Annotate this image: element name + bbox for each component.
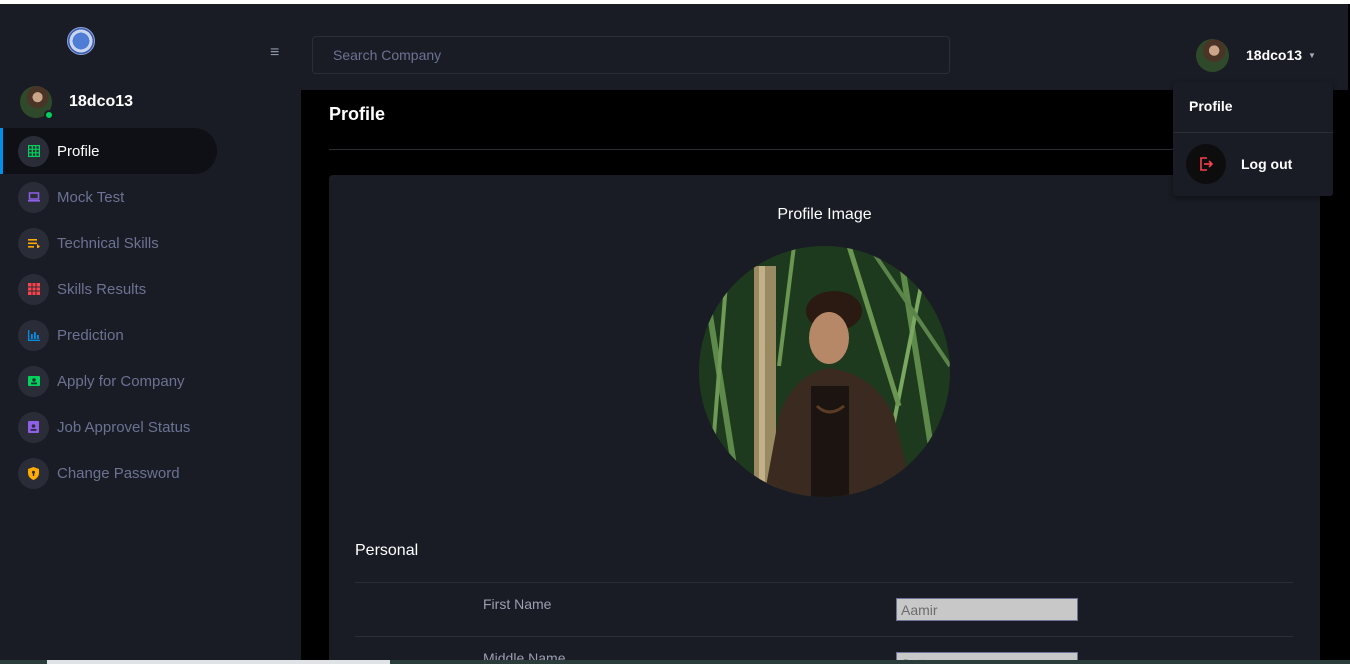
- dropdown-header: Profile: [1189, 98, 1233, 114]
- sidebar-item-label: Apply for Company: [57, 372, 185, 390]
- bar-chart-icon: [18, 319, 49, 351]
- sidebar-username: 18dco13: [69, 93, 134, 110]
- sidebar-item-label: Mock Test: [57, 188, 125, 206]
- laptop-icon: [18, 181, 49, 213]
- first-name-field[interactable]: [896, 598, 1078, 621]
- user-menu-toggle[interactable]: 18dco13 ▼: [1196, 38, 1316, 72]
- first-name-label: First Name: [483, 596, 552, 612]
- profile-photo: [699, 246, 950, 497]
- sidebar-profile[interactable]: 18dco13: [20, 84, 133, 120]
- table-icon: [18, 273, 49, 305]
- caret-down-icon: ▼: [1308, 50, 1316, 60]
- divider: [355, 582, 1293, 583]
- logout-icon: [1186, 144, 1226, 184]
- sidebar-item-profile[interactable]: Profile: [0, 128, 217, 174]
- divider: [355, 636, 1293, 637]
- horizontal-scrollbar[interactable]: [0, 660, 1350, 664]
- avatar: [1196, 38, 1229, 72]
- badge-icon: [18, 411, 49, 443]
- app-shell: 18dco13 Profile Mock Test Technical Skil…: [0, 4, 1348, 664]
- navbar-username: 18dco13: [1246, 47, 1303, 63]
- sidebar-item-skills-results[interactable]: Skills Results: [0, 266, 300, 312]
- grid-icon: [18, 135, 49, 167]
- top-navbar: ≡ 18dco13 ▼: [256, 4, 1348, 90]
- profile-image-heading: Profile Image: [777, 206, 872, 223]
- profile-card: Profile Image Personal First Name Aamir …: [329, 175, 1320, 664]
- contacts-icon: [18, 365, 49, 397]
- sidebar-item-technical-skills[interactable]: Technical Skills: [0, 220, 300, 266]
- online-status-dot: [44, 110, 54, 120]
- section-title-personal: Personal: [355, 542, 419, 559]
- sidebar-item-change-password[interactable]: Change Password: [0, 450, 300, 496]
- sidebar-item-label: Job Approvel Status: [57, 418, 191, 436]
- sidebar-item-apply-for-company[interactable]: Apply for Company: [0, 358, 300, 404]
- divider: [1173, 132, 1333, 133]
- sidebar-item-prediction[interactable]: Prediction: [0, 312, 300, 358]
- avatar: [20, 86, 54, 120]
- sidebar-item-label: Skills Results: [57, 280, 147, 298]
- page-title: Profile: [329, 104, 386, 124]
- sidebar-item-label: Profile: [57, 142, 100, 160]
- sidebar-item-label: Technical Skills: [57, 234, 159, 252]
- user-dropdown-menu: Profile Log out: [1173, 82, 1333, 196]
- sidebar-menu: Profile Mock Test Technical Skills Skill…: [0, 128, 300, 496]
- scrollbar-thumb[interactable]: [47, 660, 390, 664]
- list-icon: [18, 227, 49, 259]
- menu-toggle-icon[interactable]: ≡: [270, 44, 279, 62]
- search-input[interactable]: [312, 36, 950, 74]
- shield-icon: [18, 457, 49, 489]
- sidebar-item-label: Prediction: [57, 326, 124, 344]
- sidebar-item-mock-test[interactable]: Mock Test: [0, 174, 300, 220]
- sidebar-item-job-approvel-status[interactable]: Job Approvel Status: [0, 404, 300, 450]
- sidebar: 18dco13 Profile Mock Test Technical Skil…: [0, 4, 300, 664]
- logout-label: Log out: [1241, 156, 1293, 172]
- brand-logo[interactable]: [67, 27, 95, 55]
- sidebar-item-label: Change Password: [57, 464, 180, 482]
- logout-menu-item[interactable]: Log out: [1186, 144, 1292, 184]
